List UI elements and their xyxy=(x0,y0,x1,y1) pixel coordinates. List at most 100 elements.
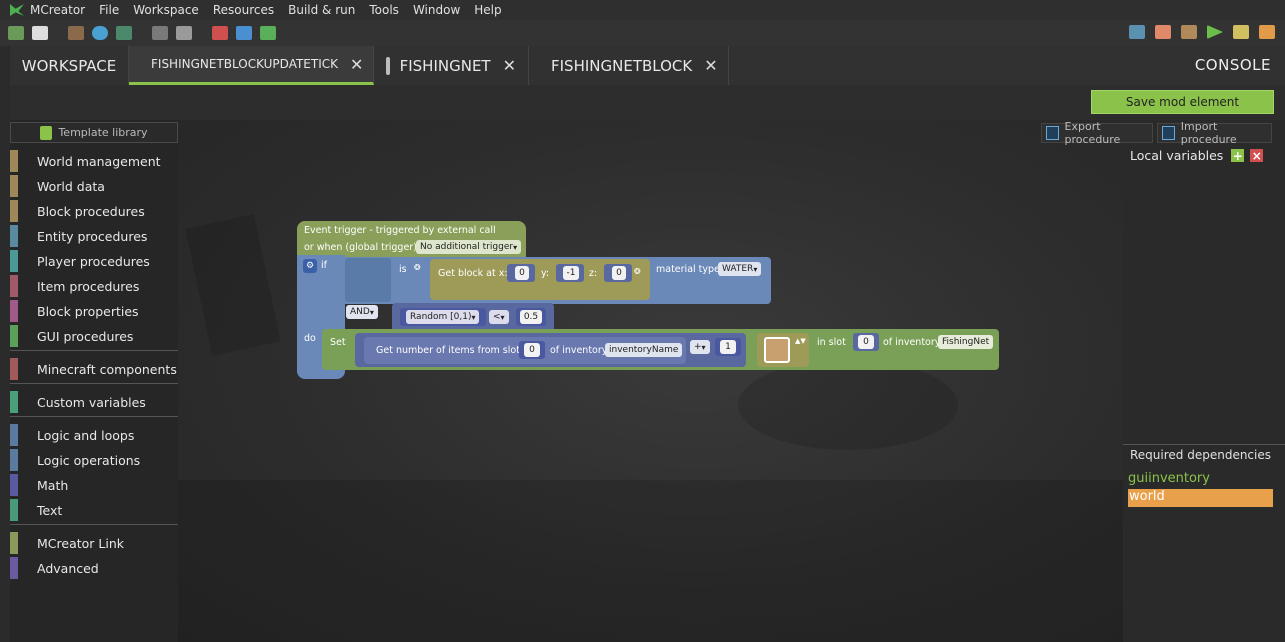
palette-category-label: MCreator Link xyxy=(37,535,124,551)
palette-category[interactable]: Math xyxy=(10,474,178,496)
menu-mcreator[interactable]: MCreator xyxy=(30,3,85,17)
fishingnet-inventory-field[interactable]: FishingNet xyxy=(938,335,994,349)
menu-build-run[interactable]: Build & run xyxy=(288,3,355,17)
threshold-value[interactable]: 0.5 xyxy=(520,310,542,324)
save-mod-element-button[interactable]: Save mod element xyxy=(1091,90,1274,114)
close-icon[interactable]: ✕ xyxy=(704,56,717,75)
regenerate-code-icon[interactable] xyxy=(1155,25,1171,39)
palette-category[interactable]: Block procedures xyxy=(10,200,178,222)
palette-category[interactable]: Minecraft components xyxy=(10,358,178,380)
menu-file[interactable]: File xyxy=(99,3,119,17)
tab-active-label: FISHINGNETBLOCKUPDATETICK xyxy=(151,57,339,71)
import-procedure-button[interactable]: Import procedure xyxy=(1157,120,1272,146)
item-selector-icon[interactable]: ▲▼ xyxy=(795,337,806,345)
palette-category[interactable]: Entity procedures xyxy=(10,225,178,247)
export-mod-icon[interactable] xyxy=(1233,25,1249,39)
get-block-at-label: Get block at x: xyxy=(438,268,508,279)
gear-icon[interactable]: ⚙ xyxy=(303,259,317,273)
palette-category[interactable]: Logic and loops xyxy=(10,424,178,446)
close-icon[interactable]: ✕ xyxy=(350,55,363,74)
global-trigger-dropdown[interactable]: No additional trigger xyxy=(416,240,522,254)
texture-maker-icon[interactable] xyxy=(212,26,228,40)
run-client-icon[interactable] xyxy=(1207,25,1223,39)
x-value[interactable]: 0 xyxy=(515,266,529,280)
template-library-label: Template library xyxy=(58,126,148,139)
palette-category[interactable]: World data xyxy=(10,175,178,197)
palette-category[interactable]: Logic operations xyxy=(10,449,178,471)
palette-category-label: Item procedures xyxy=(37,278,140,294)
category-color-bar xyxy=(10,449,18,471)
category-color-bar xyxy=(10,499,18,521)
slot2-value[interactable]: 0 xyxy=(858,335,874,349)
palette-category[interactable]: GUI procedures xyxy=(10,325,178,347)
info-icon[interactable]: ❂ xyxy=(634,267,641,276)
menu-tools[interactable]: Tools xyxy=(369,3,399,17)
add-variable-icon[interactable]: + xyxy=(1231,149,1245,163)
close-icon[interactable]: ✕ xyxy=(503,56,516,75)
palette-category-label: Block procedures xyxy=(37,203,145,219)
random-dropdown[interactable]: Random [0,1) xyxy=(406,310,480,324)
comparison-dropdown[interactable]: < xyxy=(489,310,509,324)
inventory-name-field[interactable]: inventoryName xyxy=(605,343,683,357)
workspace-settings-icon[interactable] xyxy=(32,26,48,40)
slot1-value[interactable]: 0 xyxy=(524,343,540,357)
import-icon xyxy=(1162,126,1175,140)
palette-category[interactable]: Item procedures xyxy=(10,275,178,297)
export-arrow-icon[interactable] xyxy=(1259,25,1275,39)
palette-category-label: World data xyxy=(37,178,105,194)
increment-value[interactable]: 1 xyxy=(720,340,736,354)
palette-category-label: Text xyxy=(37,502,63,518)
palette-category[interactable]: Player procedures xyxy=(10,250,178,272)
save-all-icon[interactable] xyxy=(176,26,192,40)
build-hammer-icon[interactable] xyxy=(1181,25,1197,39)
of-inventory-label: of inventory xyxy=(550,345,608,356)
palette-category[interactable]: World management xyxy=(10,150,178,172)
armor-maker-icon[interactable] xyxy=(236,26,252,40)
palette-category-label: Custom variables xyxy=(37,394,146,410)
palette-category-label: Player procedures xyxy=(37,253,150,269)
import-structure-icon[interactable] xyxy=(116,26,132,40)
import-model-icon[interactable] xyxy=(152,26,168,40)
tab-fishingnetblockupdatetick[interactable]: FISHINGNETBLOCKUPDATETICK ✕ xyxy=(129,46,374,85)
import-texture-icon[interactable] xyxy=(68,26,84,40)
menu-workspace[interactable]: Workspace xyxy=(133,3,199,17)
palette-divider xyxy=(10,383,178,384)
palette-category[interactable]: MCreator Link xyxy=(10,532,178,554)
template-library-button[interactable]: Template library xyxy=(10,122,178,143)
palette-category[interactable]: Advanced xyxy=(10,557,178,579)
import-sound-icon[interactable] xyxy=(92,26,108,40)
z-value[interactable]: 0 xyxy=(612,266,626,280)
menu-help[interactable]: Help xyxy=(474,3,501,17)
animation-maker-icon[interactable] xyxy=(260,26,276,40)
plus-operator-dropdown[interactable]: + xyxy=(690,340,710,354)
palette-category[interactable]: Custom variables xyxy=(10,391,178,413)
background-shadow xyxy=(185,214,281,356)
blockly-workspace[interactable] xyxy=(178,120,1123,642)
menu-resources[interactable]: Resources xyxy=(213,3,274,17)
tab-fishingnetblock[interactable]: FISHINGNETBLOCK ✕ xyxy=(529,46,729,85)
palette-category-label: Math xyxy=(37,477,69,493)
item-image-icon[interactable] xyxy=(764,337,790,363)
tab-fishingnet-label: FISHINGNET xyxy=(399,56,491,75)
tab-fishingnet[interactable]: FISHINGNET ✕ xyxy=(374,46,529,85)
is-label: is xyxy=(399,264,407,275)
category-color-bar xyxy=(10,250,18,272)
info-icon[interactable]: ❂ xyxy=(414,263,421,272)
remove-variable-icon[interactable]: × xyxy=(1250,149,1264,163)
tab-workspace[interactable]: WORKSPACE xyxy=(10,46,129,85)
palette-category[interactable]: Block properties xyxy=(10,300,178,322)
palette-category-label: Block properties xyxy=(37,303,139,319)
palette-category-label: GUI procedures xyxy=(37,328,134,344)
workspace-explorer-icon[interactable] xyxy=(1129,25,1145,39)
material-dropdown[interactable]: WATER xyxy=(718,262,762,276)
palette-category-label: Entity procedures xyxy=(37,228,148,244)
tab-console[interactable]: CONSOLE xyxy=(1195,56,1271,74)
y-value[interactable]: -1 xyxy=(563,266,579,280)
and-operator-dropdown[interactable]: AND xyxy=(346,305,378,319)
category-color-bar xyxy=(10,325,18,347)
export-procedure-button[interactable]: Export procedure xyxy=(1041,120,1153,146)
new-element-icon[interactable] xyxy=(8,26,24,40)
palette-category[interactable]: Text xyxy=(10,499,178,521)
menu-window[interactable]: Window xyxy=(413,3,460,17)
tab-workspace-label: WORKSPACE xyxy=(21,56,117,75)
